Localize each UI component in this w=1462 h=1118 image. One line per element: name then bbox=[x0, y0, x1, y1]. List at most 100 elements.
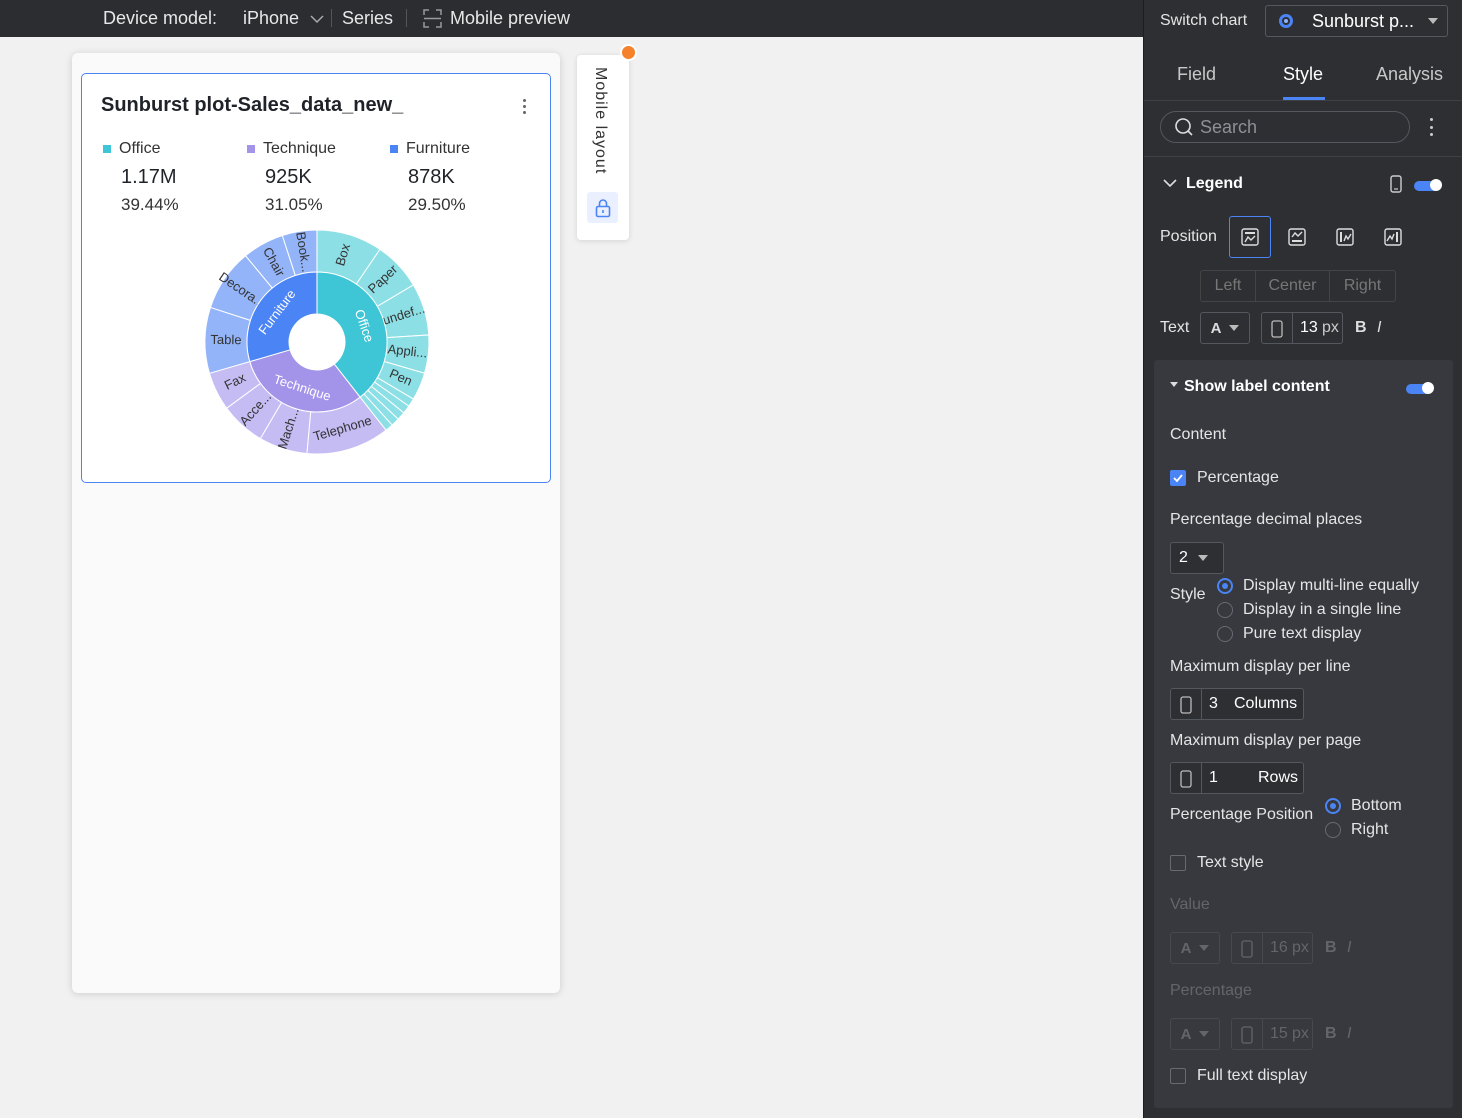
search-input[interactable]: Search bbox=[1160, 111, 1410, 143]
style-option-single-line-radio[interactable] bbox=[1217, 602, 1233, 618]
align-right-button[interactable]: Right bbox=[1330, 271, 1395, 301]
value-font-letter: A bbox=[1180, 939, 1192, 957]
percentage-font-size-input[interactable]: 15 px bbox=[1231, 1018, 1313, 1050]
legend-swatch bbox=[103, 145, 111, 153]
tab-analysis[interactable]: Analysis bbox=[1376, 64, 1443, 85]
pct-position-right-label: Right bbox=[1351, 821, 1389, 838]
value-font-color-select[interactable]: A bbox=[1170, 932, 1220, 964]
show-label-content-title: Show label content bbox=[1184, 378, 1330, 395]
mobile-icon bbox=[1241, 940, 1253, 958]
max-per-page-label: Maximum display per page bbox=[1170, 732, 1362, 749]
value-label: Value bbox=[1170, 896, 1210, 913]
sunburst-chart-icon bbox=[1279, 14, 1293, 28]
percentage-style-label: Percentage bbox=[1170, 982, 1252, 999]
more-vertical-icon[interactable] bbox=[1430, 118, 1434, 136]
legend-percentage: 29.50% bbox=[408, 195, 466, 214]
pct-position-bottom-radio[interactable] bbox=[1325, 798, 1341, 814]
series-button[interactable]: Series bbox=[342, 8, 393, 29]
tab-field[interactable]: Field bbox=[1177, 64, 1216, 85]
chart-title: Sunburst plot-Sales_data_new_ bbox=[101, 94, 404, 116]
divider bbox=[1144, 100, 1462, 101]
legend-swatch bbox=[247, 145, 255, 153]
legend-value: 878K bbox=[408, 166, 455, 188]
max-per-page-input[interactable]: 1 Rows bbox=[1170, 762, 1304, 794]
caret-down-icon bbox=[1199, 945, 1210, 951]
font-size-input[interactable]: 13 px bbox=[1261, 312, 1343, 344]
style-label: Style bbox=[1170, 586, 1206, 603]
percentage-italic-button[interactable]: I bbox=[1347, 1025, 1351, 1043]
percentage-font-size: 15 bbox=[1270, 1025, 1288, 1042]
legend-item-office[interactable]: Office 1.17M 39.44% bbox=[103, 140, 179, 215]
font-color-letter: A bbox=[1210, 319, 1222, 337]
tab-style[interactable]: Style bbox=[1283, 64, 1323, 85]
legend-bottom-icon bbox=[1288, 228, 1306, 246]
percentage-font-color-select[interactable]: A bbox=[1170, 1018, 1220, 1050]
style-panel: Switch chart Sunburst p... Field Style A… bbox=[1143, 0, 1462, 1118]
legend-value: 1.17M bbox=[121, 166, 177, 188]
value-font-unit: px bbox=[1292, 939, 1309, 956]
text-label: Text bbox=[1160, 319, 1190, 336]
mobile-preview-button[interactable]: Mobile preview bbox=[423, 8, 570, 29]
caret-down-icon bbox=[1428, 18, 1439, 24]
show-label-toggle[interactable] bbox=[1406, 382, 1434, 394]
caret-down-icon[interactable] bbox=[1170, 382, 1178, 387]
more-vertical-icon[interactable] bbox=[516, 96, 532, 116]
full-text-display-checkbox[interactable] bbox=[1170, 1068, 1186, 1084]
legend-item-technique[interactable]: Technique 925K 31.05% bbox=[247, 140, 336, 215]
position-right-button[interactable] bbox=[1372, 216, 1414, 258]
max-per-line-unit: Columns bbox=[1234, 695, 1298, 712]
search-icon bbox=[1175, 118, 1193, 136]
lock-icon[interactable] bbox=[587, 192, 618, 223]
style-option-multiline-radio[interactable] bbox=[1217, 578, 1233, 594]
style-option-multiline-label: Display multi-line equally bbox=[1243, 577, 1420, 594]
value-italic-button[interactable]: I bbox=[1347, 939, 1351, 957]
mobile-icon bbox=[1390, 175, 1402, 193]
position-left-button[interactable] bbox=[1324, 216, 1366, 258]
mobile-icon bbox=[1241, 1026, 1253, 1044]
legend-name: Technique bbox=[263, 140, 336, 157]
divider bbox=[1144, 156, 1462, 157]
alignment-segmented-control: Left Center Right bbox=[1200, 270, 1396, 302]
legend-toggle[interactable] bbox=[1414, 179, 1442, 191]
legend-right-icon bbox=[1384, 228, 1402, 246]
device-model-select[interactable]: iPhone bbox=[243, 8, 324, 29]
legend-item-furniture[interactable]: Furniture 878K 29.50% bbox=[390, 140, 470, 215]
style-option-pure-text-label: Pure text display bbox=[1243, 625, 1362, 642]
italic-button[interactable]: I bbox=[1377, 319, 1381, 337]
sunburst-chart[interactable]: BoxPaperundef...Appli...PenTelephoneMach… bbox=[177, 222, 457, 462]
chevron-down-icon[interactable] bbox=[1163, 178, 1177, 188]
align-center-button[interactable]: Center bbox=[1256, 271, 1330, 301]
mobile-icon bbox=[1180, 770, 1192, 788]
device-model-label: Device model: bbox=[103, 8, 218, 28]
switch-chart-label: Switch chart bbox=[1160, 12, 1248, 29]
text-style-checkbox[interactable] bbox=[1170, 855, 1186, 871]
max-per-page-unit: Rows bbox=[1258, 769, 1299, 786]
sunburst-outer-label: Table bbox=[210, 332, 241, 347]
value-font-size-input[interactable]: 16 px bbox=[1231, 932, 1313, 964]
style-option-pure-text-radio[interactable] bbox=[1217, 626, 1233, 642]
font-color-select[interactable]: A bbox=[1200, 312, 1250, 344]
chevron-down-icon bbox=[310, 15, 324, 24]
full-text-display-label: Full text display bbox=[1197, 1067, 1308, 1084]
caret-down-icon bbox=[1199, 1031, 1210, 1037]
legend-value: 925K bbox=[265, 166, 312, 188]
percentage-checkbox[interactable] bbox=[1170, 470, 1186, 486]
pct-position-right-radio[interactable] bbox=[1325, 822, 1341, 838]
position-bottom-button[interactable] bbox=[1276, 216, 1318, 258]
position-top-button[interactable] bbox=[1229, 216, 1271, 258]
max-per-line-label: Maximum display per line bbox=[1170, 658, 1351, 675]
caret-down-icon bbox=[1197, 555, 1208, 561]
decimal-places-select[interactable]: 2 bbox=[1170, 542, 1224, 574]
legend-percentage: 31.05% bbox=[265, 195, 323, 214]
chart-card[interactable]: Sunburst plot-Sales_data_new_ Office 1.1… bbox=[81, 73, 551, 483]
max-per-page-value: 1 bbox=[1209, 769, 1218, 786]
percentage-bold-button[interactable]: B bbox=[1325, 1025, 1337, 1043]
bold-button[interactable]: B bbox=[1355, 319, 1367, 337]
position-label: Position bbox=[1160, 228, 1217, 245]
chart-type-select[interactable]: Sunburst p... bbox=[1265, 5, 1448, 37]
max-per-line-input[interactable]: 3 Columns bbox=[1170, 688, 1304, 720]
align-left-button[interactable]: Left bbox=[1201, 271, 1256, 301]
value-bold-button[interactable]: B bbox=[1325, 939, 1337, 957]
mobile-layout-tab[interactable]: Mobile layout bbox=[577, 55, 629, 240]
percentage-font-unit: px bbox=[1292, 1025, 1309, 1042]
